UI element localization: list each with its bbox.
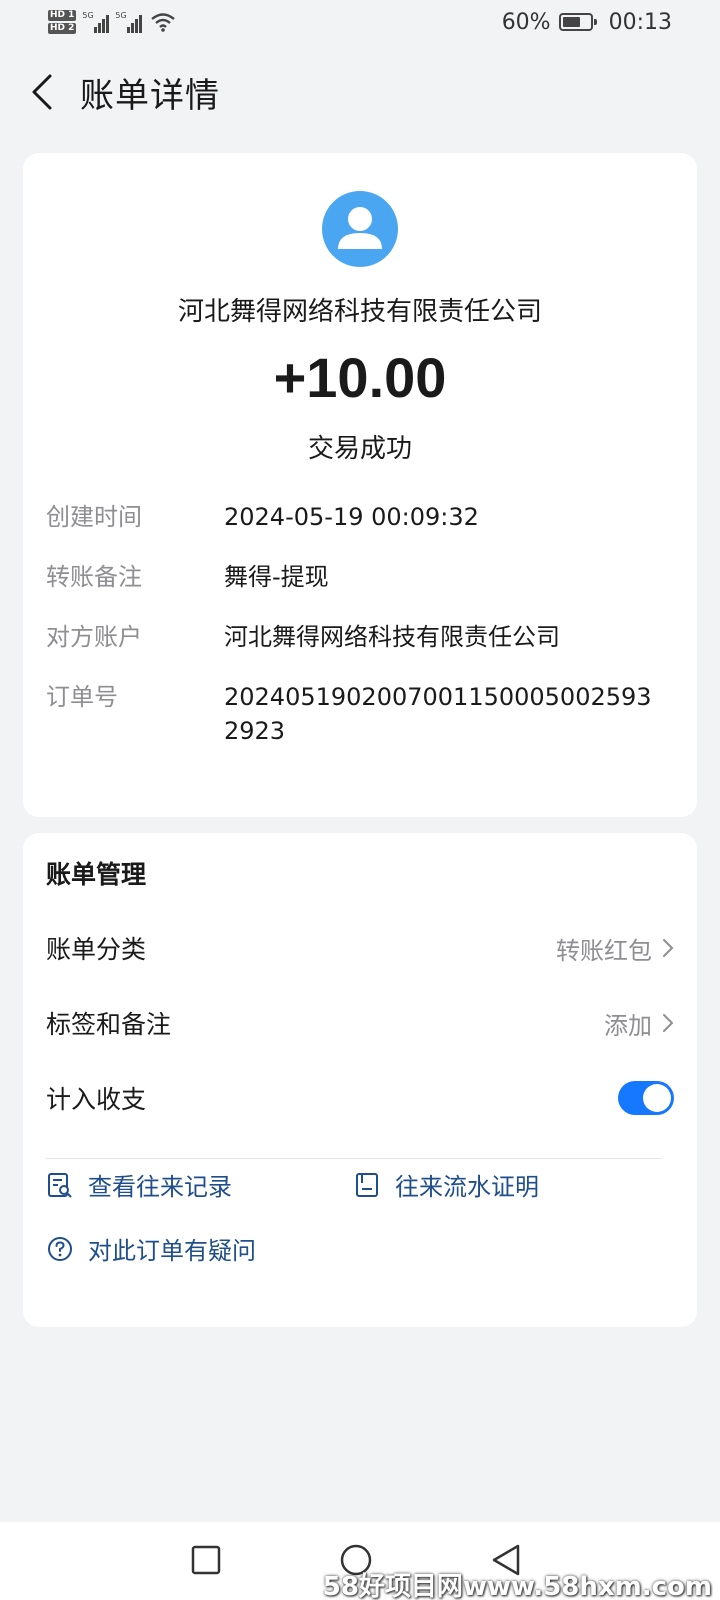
record-search-icon (48, 1172, 72, 1198)
battery-icon (558, 13, 597, 31)
tags-notes-label: 标签和备注 (46, 1010, 172, 1039)
watermark: 58好项目网www.58hxm.com (322, 1572, 712, 1600)
merchant-avatar (322, 191, 398, 267)
wifi-icon (151, 13, 176, 32)
detail-row-order-number: 订单号 20240519020070011500050025932923 (46, 680, 676, 748)
hd1-badge: HD 1 (48, 10, 77, 21)
header: 账单详情 (0, 60, 720, 124)
net1-label: 5G (82, 11, 94, 20)
detail-label: 创建时间 (46, 503, 142, 531)
transaction-status: 交易成功 (307, 434, 412, 464)
detail-value: 河北舞得网络科技有限责任公司 (224, 623, 560, 651)
detail-row-counterparty: 对方账户 河北舞得网络科技有限责任公司 (46, 620, 676, 654)
user-icon (338, 207, 382, 249)
detail-value[interactable]: 20240519020070011500050025932923 (224, 680, 664, 748)
tags-notes-value-wrap: 添加 (604, 1006, 674, 1041)
bill-category-value: 转账红包 (556, 936, 652, 965)
detail-row-created-time: 创建时间 2024-05-19 00:09:32 (46, 500, 676, 534)
hd2-badge: HD 2 (48, 23, 77, 34)
statement-proof-link[interactable]: 往来流水证明 (353, 1167, 539, 1202)
include-income-toggle[interactable] (618, 1081, 674, 1115)
bill-category-value-wrap: 转账红包 (556, 931, 674, 966)
hd-indicator: HD 1 HD 2 (48, 10, 77, 34)
back-button[interactable] (20, 70, 64, 114)
bill-category-row[interactable]: 账单分类 转账红包 (46, 928, 674, 968)
status-bar: HD 1 HD 2 5G 5G 60% 00:13 (0, 0, 720, 44)
include-income-label: 计入收支 (46, 1085, 147, 1114)
square-icon (191, 1545, 221, 1575)
net2-label: 5G (115, 11, 127, 20)
section-title: 账单管理 (46, 860, 147, 889)
detail-label: 转账备注 (46, 563, 142, 591)
document-icon (356, 1172, 378, 1197)
recents-button[interactable] (186, 1540, 226, 1580)
chevron-right-icon (663, 939, 674, 957)
detail-value: 2024-05-19 00:09:32 (224, 503, 479, 531)
bill-category-label: 账单分类 (46, 935, 147, 964)
statement-proof-label: 往来流水证明 (395, 1173, 539, 1201)
detail-label: 订单号 (46, 683, 118, 711)
include-income-row: 计入收支 (46, 1078, 674, 1118)
view-history-label: 查看往来记录 (88, 1173, 232, 1201)
status-right: 60% 00:13 (502, 10, 672, 35)
chevron-right-icon (663, 1014, 674, 1032)
detail-row-remark: 转账备注 舞得-提现 (46, 560, 676, 594)
tags-notes-row[interactable]: 标签和备注 添加 (46, 1003, 674, 1043)
order-question-link[interactable]: 对此订单有疑问 (46, 1231, 256, 1266)
status-left: HD 1 HD 2 5G 5G (48, 10, 176, 34)
transaction-card: 河北舞得网络科技有限责任公司 +10.00 交易成功 创建时间 2024-05-… (23, 153, 697, 817)
page-title: 账单详情 (80, 75, 220, 116)
view-history-link[interactable]: 查看往来记录 (46, 1167, 232, 1202)
merchant-name: 河北舞得网络科技有限责任公司 (177, 297, 542, 327)
transaction-amount: +10.00 (273, 346, 447, 409)
signal-icon-2: 5G (115, 11, 143, 33)
divider (46, 1158, 662, 1159)
detail-label: 对方账户 (46, 623, 142, 651)
bill-management-card: 账单管理 账单分类 转账红包 标签和备注 添加 计入收支 查看往来记录 往来流水… (23, 833, 697, 1327)
chevron-left-icon (32, 74, 52, 110)
tags-notes-value: 添加 (604, 1011, 652, 1040)
clock: 00:13 (608, 9, 672, 35)
signal-icon: 5G (82, 11, 110, 33)
question-circle-icon (48, 1236, 72, 1261)
battery-percent: 60% (501, 9, 551, 35)
detail-value: 舞得-提现 (224, 563, 329, 591)
order-question-label: 对此订单有疑问 (88, 1237, 256, 1265)
